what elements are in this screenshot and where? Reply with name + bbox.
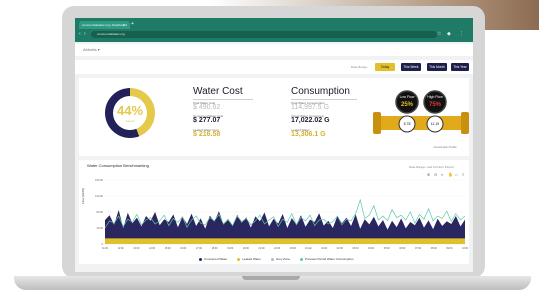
savings-percent: 44%: [116, 103, 144, 118]
low-flow-value: 25%: [401, 102, 414, 108]
legend-previous[interactable]: Previous Period Water Consumption: [300, 257, 353, 261]
this-month-button[interactable]: This Month: [427, 63, 447, 71]
leaked-water-cost-value: $ 216.58: [193, 131, 221, 138]
flow-pipe-graphic: Low Flow 25% High Flow 75% 5.78 11.19 Co…: [373, 90, 469, 149]
pipe-body: [377, 116, 465, 130]
high-flow-label: High Flow: [427, 95, 443, 99]
today-button[interactable]: Today: [375, 63, 395, 71]
actual-consumption-value: 17,022.02 G: [291, 117, 330, 124]
high-flow-sub: 11.19: [431, 122, 440, 126]
x-tick-label: 08:00: [431, 247, 438, 250]
x-tick-label: 01:00: [321, 247, 328, 250]
savings-donut: 44% Saved: [105, 88, 155, 138]
water-cost-divider: [193, 99, 253, 100]
legend-consumed-label: Consumed Water: [204, 257, 228, 261]
chart-legend: Consumed Water Leaked Water Grey Zone Pr…: [199, 256, 439, 262]
search-icon[interactable]: ⌕: [441, 172, 443, 177]
total-water-cost-value: $ 490.62: [193, 104, 221, 111]
legend-leaked-label: Leaked Water: [242, 257, 261, 261]
legend-previous-dot: [300, 257, 303, 261]
donut-center: 44% Saved: [113, 96, 147, 130]
x-tick-label: 06:00: [399, 247, 406, 250]
x-tick-label: 24 Apr: [305, 247, 312, 250]
savings-label: Saved: [125, 119, 135, 123]
summary-card: 44% Saved Water Cost Total Water Cost $ …: [79, 78, 469, 156]
y-tick-label: 40.00: [97, 226, 104, 230]
legend-grey-zone[interactable]: Grey Zone: [270, 257, 290, 261]
menu-icon[interactable]: ⋮: [459, 31, 464, 37]
page-topbar: Abbotts ▾: [75, 44, 473, 56]
consumption-divider: [291, 99, 357, 100]
water-cost-title: Water Cost: [193, 86, 243, 97]
x-tick-label: 21:00: [259, 247, 266, 250]
x-tick-label: 23:00: [290, 247, 297, 250]
chart-date-note: Date Range: Last 24 Hour Period: [409, 165, 454, 169]
flow-caption: Consumption Profile: [433, 145, 457, 149]
back-icon[interactable]: ‹: [79, 31, 81, 37]
laptop-notch: [242, 276, 300, 280]
x-tick-label: 09:00: [446, 247, 453, 250]
legend-leaked-dot: [237, 257, 241, 261]
date-range-label: Date Range:: [351, 65, 368, 69]
y-tick-label: 80.00: [97, 210, 104, 214]
series-leaked-area: [105, 238, 465, 244]
high-flow-value: 75%: [429, 102, 442, 108]
x-tick-label: 11:00: [102, 247, 108, 250]
star-icon[interactable]: ☆: [437, 31, 441, 37]
x-tick-label: 10:00: [462, 247, 469, 250]
legend-previous-label: Previous Period Water Consumption: [305, 257, 354, 261]
this-year-button[interactable]: This Year: [451, 63, 469, 71]
legend-consumed-dot: [199, 257, 202, 261]
x-tick-label: 18:00: [212, 247, 219, 250]
x-tick-label: 22:00: [274, 247, 281, 250]
download-icon[interactable]: ≡: [462, 172, 464, 177]
address-bar[interactable]: commercialwater.org: [91, 31, 437, 38]
total-consumption-value: 114,997.5 G: [291, 104, 330, 111]
extension-icon[interactable]: ◆: [447, 31, 451, 37]
date-range-bar: Date Range: Today This Week This Month T…: [75, 60, 473, 74]
consumption-chart: 160.00 120.00 80.00 40.00 011:00 12:00 13:00 14…: [95, 178, 469, 250]
zoom-in-icon[interactable]: ⊕: [427, 172, 430, 177]
x-tick-label: 17:00: [196, 247, 203, 250]
x-tick-label: 12:00: [118, 247, 125, 250]
legend-grey-dot: [270, 257, 274, 261]
new-tab-button[interactable]: +: [131, 21, 134, 27]
legend-grey-label: Grey Zone: [275, 257, 290, 261]
x-tick-label: 07:00: [415, 247, 422, 250]
leaked-consumption-value: 13,306.1 G: [291, 131, 326, 138]
y-tick-label: 0: [102, 242, 104, 246]
legend-consumed[interactable]: Consumed Water: [199, 257, 227, 261]
y-axis-label: Flow (GPM): [81, 188, 85, 204]
zoom-out-icon[interactable]: ⊖: [434, 172, 437, 177]
y-tick-label: 160.00: [95, 178, 103, 182]
forward-icon[interactable]: ›: [84, 31, 86, 37]
x-tick-label: 03:00: [352, 247, 359, 250]
browser-chrome: commercialwater.org | Dashboard × + ‹ › …: [75, 18, 473, 42]
this-week-button[interactable]: This Week: [401, 63, 421, 71]
y-tick-label: 120.00: [95, 194, 103, 198]
x-tick-label: 02:00: [337, 247, 344, 250]
consumed-water-cost-value: $ 277.07: [193, 117, 221, 124]
home-icon[interactable]: ⌂: [455, 172, 457, 177]
x-tick-label: 19:00: [227, 247, 234, 250]
chart-card: Water Consumption Benchmarking Date Rang…: [79, 160, 469, 264]
x-tick-label: 15:00: [165, 247, 172, 250]
consumption-title: Consumption: [291, 86, 350, 97]
close-tab-icon[interactable]: ×: [123, 22, 125, 27]
x-tick-label: 04:00: [368, 247, 375, 250]
pipe-flange-right: [461, 112, 469, 134]
x-tick-label: 05:00: [384, 247, 391, 250]
pan-icon[interactable]: ✋: [448, 172, 453, 177]
x-tick-label: 13:00: [133, 247, 140, 250]
low-flow-sub: 5.78: [404, 122, 411, 126]
breadcrumb[interactable]: Abbotts ▾: [83, 47, 100, 52]
x-tick-label: 20:00: [243, 247, 250, 250]
laptop-screen: commercialwater.org | Dashboard × + ‹ › …: [75, 18, 473, 272]
low-flow-label: Low Flow: [400, 95, 415, 99]
pipe-flange-left: [373, 112, 381, 134]
x-tick-label: 14:00: [149, 247, 156, 250]
chart-title: Water Consumption Benchmarking: [87, 163, 149, 168]
legend-leaked[interactable]: Leaked Water: [237, 257, 261, 261]
x-tick-label: 16:00: [180, 247, 187, 250]
